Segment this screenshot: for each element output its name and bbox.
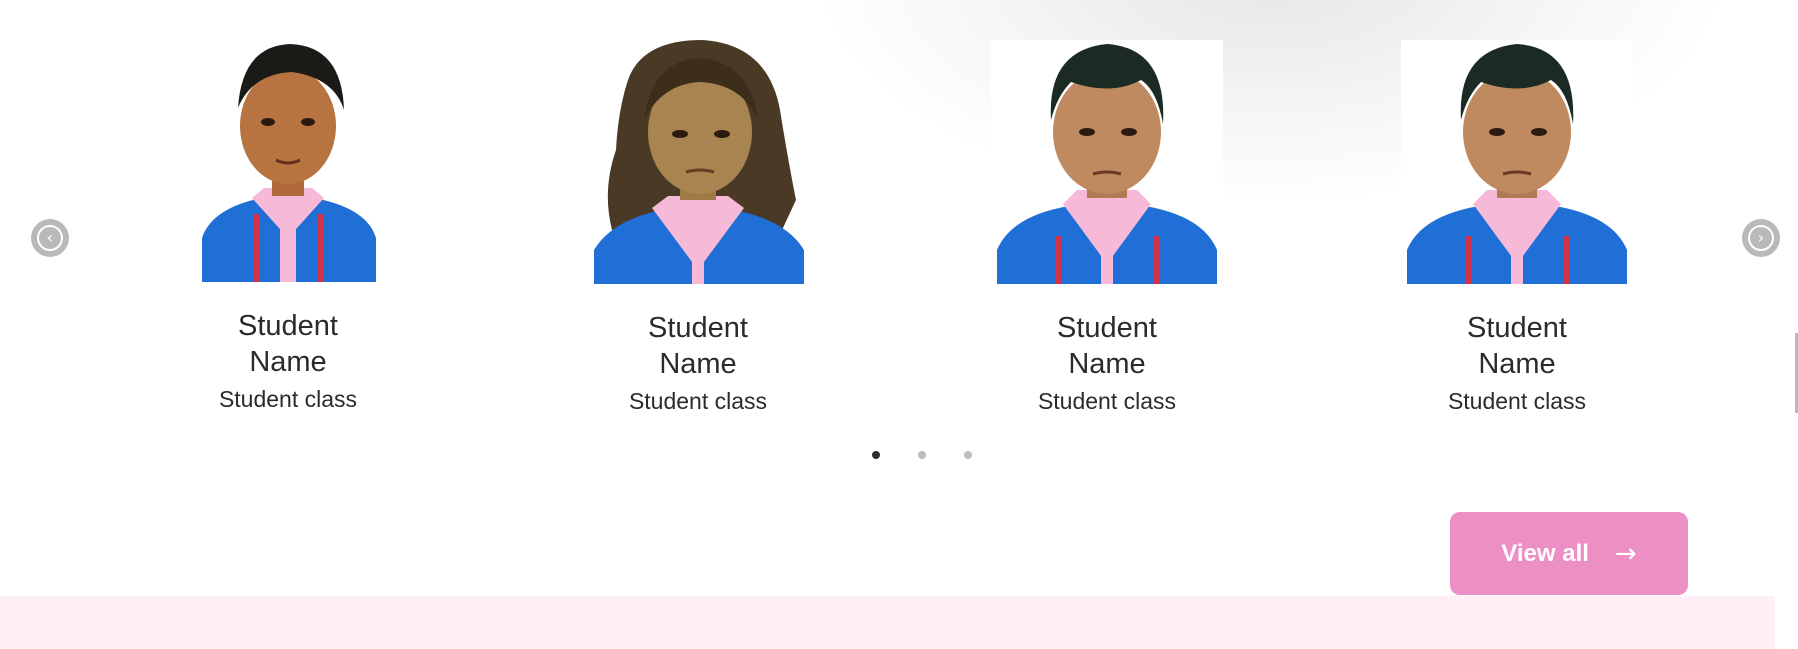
pagination-dot-2[interactable]: [918, 451, 926, 459]
view-all-label: View all: [1501, 539, 1589, 567]
student-class: Student class: [1037, 388, 1177, 414]
student-photo: [172, 38, 404, 282]
student-class: Student class: [628, 388, 768, 414]
student-class: Student class: [1447, 388, 1587, 414]
footer-band: [0, 596, 1775, 649]
chevron-right-icon: ›: [1748, 225, 1774, 251]
view-all-button[interactable]: View all →: [1450, 512, 1688, 595]
student-card[interactable]: Student Name Student class: [533, 40, 863, 416]
student-portrait-girl: [582, 40, 814, 284]
student-name: Student Name: [238, 310, 338, 378]
carousel-pagination: [872, 451, 972, 459]
student-photo: [991, 40, 1223, 284]
student-card[interactable]: Student Name Student class: [123, 38, 453, 414]
student-class: Student class: [218, 386, 358, 412]
pagination-dot-1[interactable]: [872, 451, 880, 459]
arrow-right-icon: →: [1614, 538, 1637, 569]
student-portrait-boy: [1401, 40, 1633, 284]
student-card[interactable]: Student Name Student class: [942, 40, 1272, 416]
chevron-left-icon: ‹: [37, 225, 63, 251]
student-name: Student Name: [1057, 312, 1157, 380]
student-photo: [582, 40, 814, 284]
student-name: Student Name: [648, 312, 748, 380]
carousel-prev-button[interactable]: ‹: [31, 219, 69, 257]
student-photo: [1401, 40, 1633, 284]
student-card[interactable]: Student Name Student class: [1352, 40, 1682, 416]
student-portrait-boy: [991, 40, 1223, 284]
student-carousel: ‹ Student Name Student class Student Nam…: [0, 0, 1798, 480]
pagination-dot-3[interactable]: [964, 451, 972, 459]
page: ‹ Student Name Student class Student Nam…: [0, 0, 1798, 649]
student-name: Student Name: [1467, 312, 1567, 380]
student-portrait-girl: [172, 38, 404, 282]
carousel-next-button[interactable]: ›: [1742, 219, 1780, 257]
